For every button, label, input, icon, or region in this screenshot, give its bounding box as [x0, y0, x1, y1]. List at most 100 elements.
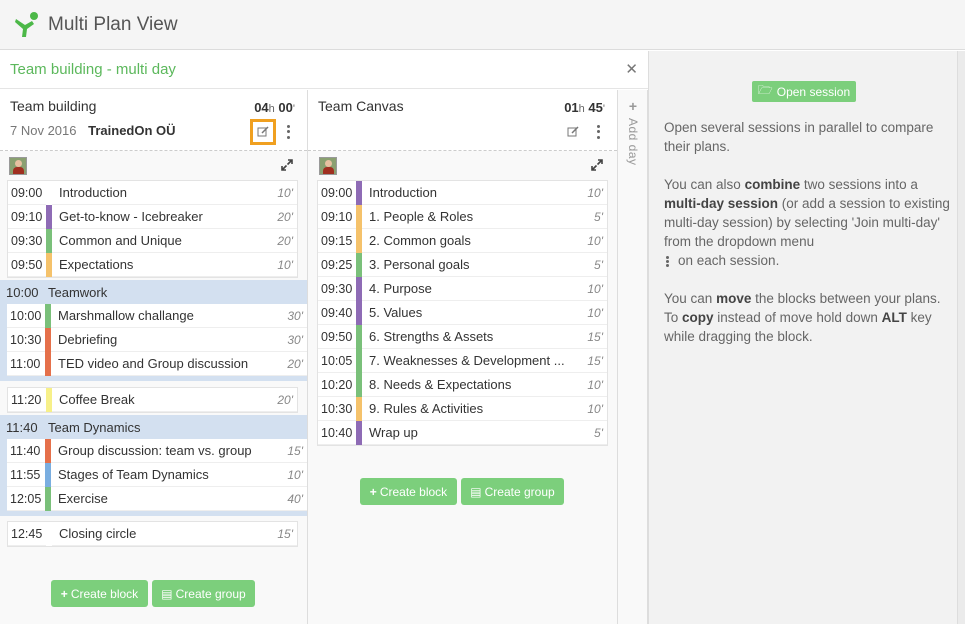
block-time: 09:15 — [321, 233, 353, 248]
block-label: 2. Common goals — [369, 233, 471, 248]
create-group-button[interactable]: ▤ Create group — [152, 580, 255, 607]
help-panel: 🗁 Open session Open several sessions in p… — [649, 51, 965, 624]
panel-header: Team building - multi day ✕ — [0, 51, 648, 89]
block-row[interactable]: 10:40 Wrap up 5' — [318, 420, 607, 445]
block-row[interactable]: 10:30 9. Rules & Activities 10' — [318, 396, 607, 421]
block-duration: 15' — [587, 329, 603, 344]
group-blocks: 10:00 Marshmallow challange 30' 10:30 Debrie… — [7, 303, 307, 376]
block-duration: 20' — [277, 209, 293, 224]
block-duration: 20' — [287, 356, 303, 371]
block-duration: 15' — [277, 526, 293, 541]
block-row[interactable]: 12:05 Exercise 40' — [7, 486, 307, 511]
block-duration: 10' — [587, 401, 603, 416]
close-icon[interactable]: ✕ — [625, 60, 638, 78]
edit-icon[interactable] — [250, 119, 276, 145]
block-label: Stages of Team Dynamics — [58, 467, 209, 482]
edit-icon[interactable] — [560, 119, 586, 145]
add-day-button[interactable]: + Add day — [626, 98, 640, 166]
block-row[interactable]: 09:30 4. Purpose 10' — [318, 276, 607, 301]
block-row[interactable]: 09:00 Introduction 10' — [318, 180, 607, 205]
add-day-column[interactable]: + Add day — [618, 90, 648, 624]
block-row[interactable]: 09:30 Common and Unique 20' — [8, 228, 297, 253]
session-organization: TrainedOn OÜ — [88, 123, 176, 138]
multi-day-title[interactable]: Team building - multi day — [10, 61, 176, 78]
block-label: Introduction — [369, 185, 437, 200]
create-block-button[interactable]: + Create block — [51, 580, 148, 607]
block-row[interactable]: 09:15 2. Common goals 10' — [318, 228, 607, 253]
block-label: 3. Personal goals — [369, 257, 470, 272]
expand-icon[interactable] — [590, 158, 604, 172]
plus-icon: + — [60, 586, 68, 601]
block-row[interactable]: 11:00 TED video and Group discussion 20' — [7, 351, 307, 376]
block-row[interactable]: 12:45 Closing circle 15' — [8, 521, 297, 546]
block-duration: 10' — [277, 185, 293, 200]
block-time: 09:30 — [321, 281, 353, 296]
block-row[interactable]: 09:50 6. Strengths & Assets 15' — [318, 324, 607, 349]
block-row[interactable]: 10:00 Marshmallow challange 30' — [7, 303, 307, 328]
block-row[interactable]: 09:10 1. People & Roles 5' — [318, 204, 607, 229]
block-time: 09:50 — [11, 257, 43, 272]
block-duration: 10' — [587, 185, 603, 200]
block-card: 12:45 Closing circle 15' — [7, 521, 298, 547]
block-duration: 10' — [587, 377, 603, 392]
block-label: Marshmallow challange — [58, 308, 194, 323]
block-duration: 10' — [277, 257, 293, 272]
block-row[interactable]: 10:20 8. Needs & Expectations 10' — [318, 372, 607, 397]
block-group-team-dynamics[interactable]: 11:40 Team Dynamics 11:40 Group discussio… — [0, 415, 307, 516]
block-label: 4. Purpose — [369, 281, 432, 296]
block-row[interactable]: 10:30 Debriefing 30' — [7, 327, 307, 352]
block-row[interactable]: 11:55 Stages of Team Dynamics 10' — [7, 462, 307, 487]
block-duration: 5' — [594, 425, 603, 440]
session-header: Team building 04h 00' 7 Nov 2016 Trained… — [0, 90, 307, 151]
block-time: 09:25 — [321, 257, 353, 272]
block-row[interactable]: 09:40 5. Values 10' — [318, 300, 607, 325]
block-card: 09:00 Introduction 10' 09:10 1. People & Rol… — [317, 180, 608, 446]
group-blocks: 11:40 Group discussion: team vs. group 15'… — [7, 438, 307, 511]
block-time: 12:05 — [10, 491, 42, 506]
expand-icon[interactable] — [280, 158, 294, 172]
help-paragraph: You can also combine two sessions into a… — [664, 177, 950, 268]
block-duration: 30' — [287, 332, 303, 347]
block-label: Closing circle — [59, 526, 137, 541]
block-time: 10:20 — [321, 377, 353, 392]
group-header[interactable]: 10:00 Teamwork — [0, 280, 307, 304]
block-label: Wrap up — [369, 425, 418, 440]
block-row[interactable]: 11:40 Group discussion: team vs. group 15' — [7, 438, 307, 463]
block-row[interactable]: 09:10 Get-to-know - Icebreaker 20' — [8, 204, 297, 229]
block-duration: 20' — [277, 392, 293, 407]
multi-plan-panel: Team building - multi day ✕ Team buildin… — [0, 51, 649, 624]
scrollbar[interactable] — [957, 51, 965, 624]
top-bar: Multi Plan View — [0, 0, 965, 50]
open-session-button[interactable]: 🗁 Open session — [752, 81, 856, 102]
block-row[interactable]: 09:50 Expectations 10' — [8, 252, 297, 277]
block-row[interactable]: 09:00 Introduction 10' — [8, 180, 297, 205]
block-label: 9. Rules & Activities — [369, 401, 484, 416]
create-group-button[interactable]: ▤ Create group — [461, 478, 564, 505]
help-text: Open several sessions in parallel to com… — [664, 118, 954, 365]
block-card: 11:20 Coffee Break 20' — [7, 387, 298, 413]
block-group-teamwork[interactable]: 10:00 Teamwork 10:00 Marshmallow challang… — [0, 280, 307, 381]
block-time: 10:30 — [10, 332, 42, 347]
group-header[interactable]: 11:40 Team Dynamics — [0, 415, 307, 439]
session-duration: 01h 45' — [564, 100, 605, 115]
session-columns: Team building 04h 00' 7 Nov 2016 Trained… — [0, 90, 648, 624]
block-list: 12:45 Closing circle 15' — [8, 521, 297, 546]
block-duration: 30' — [287, 308, 303, 323]
session-menu-icon[interactable] — [594, 124, 602, 140]
block-duration: 20' — [277, 233, 293, 248]
plus-icon: + — [628, 98, 638, 114]
session-menu-icon[interactable] — [284, 124, 292, 140]
block-label: 5. Values — [369, 305, 423, 320]
block-time: 09:50 — [321, 329, 353, 344]
app-logo-icon[interactable] — [12, 10, 42, 40]
block-row[interactable]: 10:05 7. Weaknesses & Development ... 15' — [318, 348, 607, 373]
block-row[interactable]: 09:25 3. Personal goals 5' — [318, 252, 607, 277]
block-label: Expectations — [59, 257, 134, 272]
block-time: 10:30 — [321, 401, 353, 416]
block-duration: 5' — [594, 209, 603, 224]
block-row[interactable]: 11:20 Coffee Break 20' — [8, 387, 297, 412]
session-duration: 04h 00' — [254, 100, 295, 115]
create-block-button[interactable]: + Create block — [360, 478, 457, 505]
block-duration: 10' — [587, 281, 603, 296]
block-label: Group discussion: team vs. group — [58, 443, 252, 458]
